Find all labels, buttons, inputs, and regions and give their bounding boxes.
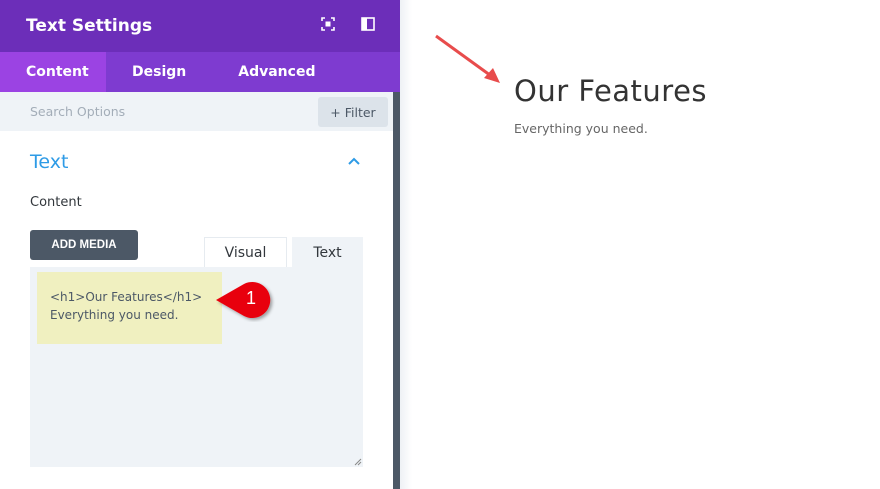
tab-visual[interactable]: Visual <box>204 237 287 268</box>
settings-panel: Text Settings Content Design Advanced Se… <box>0 0 400 489</box>
add-media-button[interactable]: ADD MEDIA <box>30 230 138 260</box>
chevron-up-icon[interactable] <box>347 156 361 166</box>
preview-subtext: Everything you need. <box>514 121 648 136</box>
filter-button[interactable]: + Filter <box>318 97 388 127</box>
pointer-arrow-icon <box>435 34 500 83</box>
code-line: Everything you need. <box>50 308 179 322</box>
section-title-text[interactable]: Text <box>30 151 68 173</box>
fullscreen-icon[interactable] <box>321 17 335 31</box>
search-bar: Search Options + Filter <box>0 92 393 131</box>
panel-shadow <box>400 0 412 489</box>
panel-title: Text Settings <box>26 16 153 36</box>
callout-marker: 1 <box>214 278 280 328</box>
tab-content[interactable]: Content <box>0 52 106 92</box>
panel-header: Text Settings <box>0 0 400 52</box>
tab-text[interactable]: Text <box>292 237 363 268</box>
resize-handle-icon[interactable] <box>354 458 362 466</box>
code-line: <h1>Our Features</h1> <box>50 290 203 304</box>
preview-heading: Our Features <box>514 74 708 108</box>
tab-design[interactable]: Design <box>106 52 212 92</box>
content-label: Content <box>30 195 82 210</box>
callout-number: 1 <box>246 288 257 308</box>
editor-code: <h1>Our Features</h1> Everything you nee… <box>50 288 202 324</box>
split-view-icon[interactable] <box>361 17 375 31</box>
search-input[interactable]: Search Options <box>30 104 125 119</box>
panel-tabs: Content Design Advanced <box>0 52 400 92</box>
tab-advanced[interactable]: Advanced <box>212 52 341 92</box>
scrollbar[interactable] <box>393 92 400 489</box>
